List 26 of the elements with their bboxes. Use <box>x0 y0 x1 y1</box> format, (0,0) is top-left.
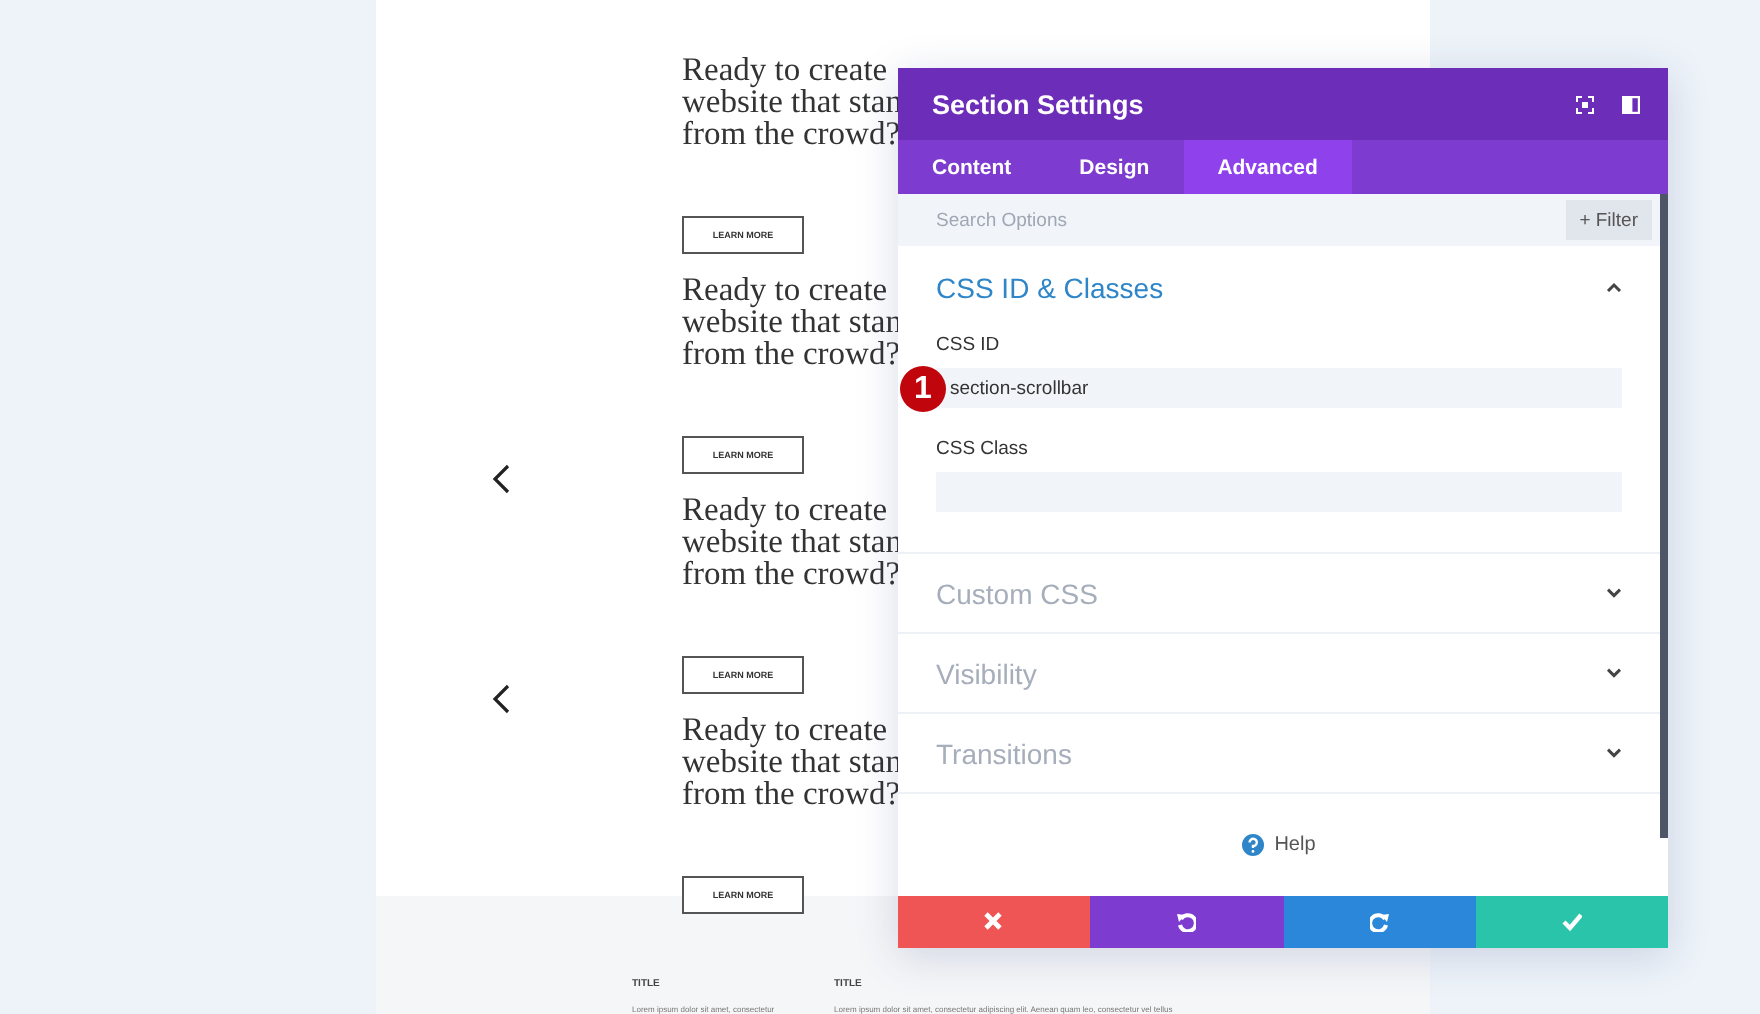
field-label: CSS ID <box>936 334 1002 356</box>
chevron-down-icon[interactable] <box>1606 748 1622 758</box>
undo-icon <box>1176 912 1197 932</box>
field-label: CSS Class <box>936 438 1030 460</box>
tab[interactable]: Advanced <box>1183 140 1352 194</box>
tab[interactable]: Design <box>1045 140 1184 194</box>
focus-icon[interactable] <box>1576 95 1594 113</box>
step-badge: 1 <box>900 366 946 412</box>
chevron-up-icon[interactable] <box>1606 282 1622 292</box>
filter-button[interactable]: + Filter <box>1565 194 1660 246</box>
section-title[interactable]: CSS ID & Classes <box>936 271 1164 303</box>
input-field[interactable]: section-scrollbar <box>936 368 1622 408</box>
help-link[interactable]: Help <box>1274 834 1316 856</box>
sidebar-icon[interactable] <box>1622 95 1640 113</box>
tab[interactable]: Content <box>898 140 1046 194</box>
redo-icon <box>1369 912 1390 932</box>
scrollbar[interactable] <box>1660 194 1668 838</box>
chevron-left-icon[interactable] <box>492 684 510 714</box>
search-field[interactable]: Search Options <box>898 194 1566 246</box>
checkmark-icon <box>1561 912 1582 932</box>
chevron-down-icon[interactable] <box>1606 588 1622 598</box>
close-icon <box>984 912 1005 932</box>
help-icon[interactable] <box>1242 834 1265 856</box>
chevron-left-icon[interactable] <box>492 464 510 494</box>
chevron-down-icon[interactable] <box>1606 668 1622 678</box>
modal-title: Section Settings <box>932 89 1146 119</box>
